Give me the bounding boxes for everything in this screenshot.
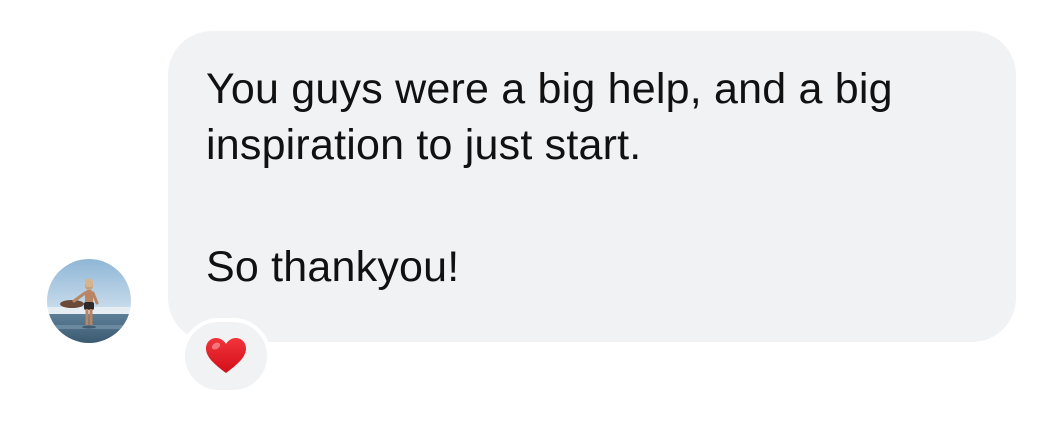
avatar[interactable]: [47, 259, 131, 343]
reaction-badge[interactable]: [181, 318, 271, 394]
message-text-line2: So thankyou!: [206, 243, 460, 291]
chat-thread: You guys were a big help, and a big insp…: [0, 0, 1060, 422]
message-text-line1: You guys were a big help, and a big insp…: [206, 65, 893, 169]
red-heart-icon: [206, 338, 246, 373]
message-bubble[interactable]: You guys were a big help, and a big insp…: [168, 31, 1016, 342]
avatar-photo: [47, 259, 131, 343]
